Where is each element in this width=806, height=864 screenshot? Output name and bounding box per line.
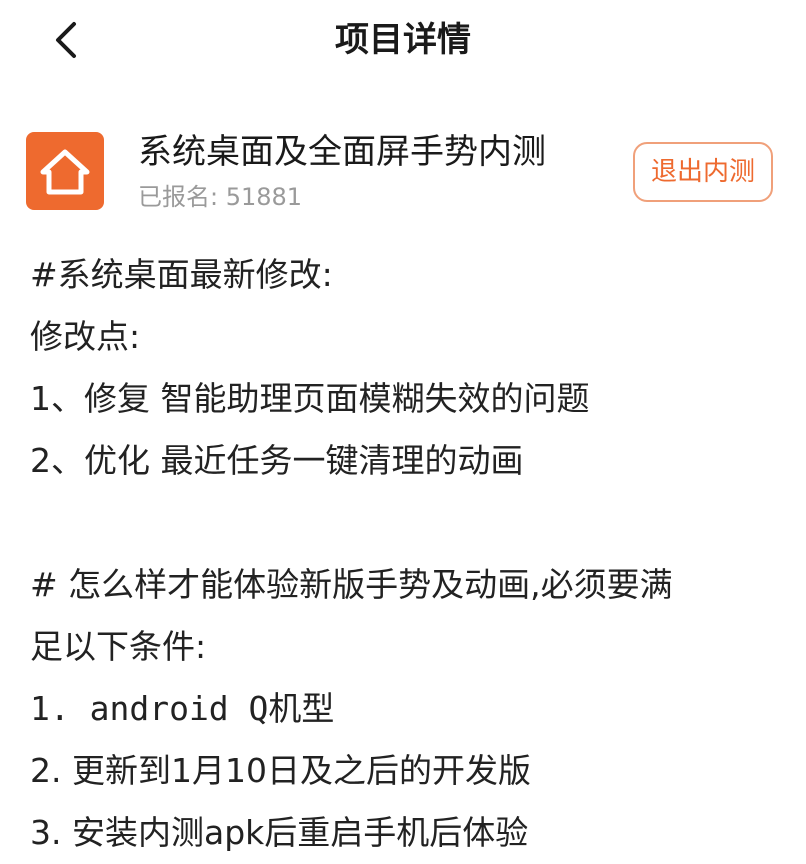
description-heading: # 怎么样才能体验新版手势及动画,必须要满 xyxy=(30,565,673,604)
description-line: 2、优化 最近任务一键清理的动画 xyxy=(30,441,524,480)
page-title: 项目详情 xyxy=(335,20,471,60)
home-icon xyxy=(40,149,90,195)
condition-item: 3. 安装内测apk后重启手机后体验 xyxy=(30,813,529,852)
project-description: #系统桌面最新修改: 修改点: 1、修复 智能助理页面模糊失效的问题 2、优化 … xyxy=(30,244,790,864)
project-name: 系统桌面及全面屏手势内测 xyxy=(138,132,546,172)
exit-beta-button[interactable]: 退出内测 xyxy=(633,142,773,202)
condition-item: 2. 更新到1月10日及之后的开发版 xyxy=(30,751,531,790)
condition-item: 1. android Q机型 xyxy=(30,689,335,728)
signup-count: 已报名: 51881 xyxy=(138,183,303,211)
description-line: 足以下条件: xyxy=(30,627,207,666)
project-card: 系统桌面及全面屏手势内测 已报名: 51881 退出内测 xyxy=(0,118,806,228)
description-line: 修改点: xyxy=(30,317,141,356)
app-icon xyxy=(26,132,104,210)
description-line: 1、修复 智能助理页面模糊失效的问题 xyxy=(30,379,590,418)
description-heading: #系统桌面最新修改: xyxy=(30,255,333,294)
header-bar: 项目详情 xyxy=(0,0,806,84)
